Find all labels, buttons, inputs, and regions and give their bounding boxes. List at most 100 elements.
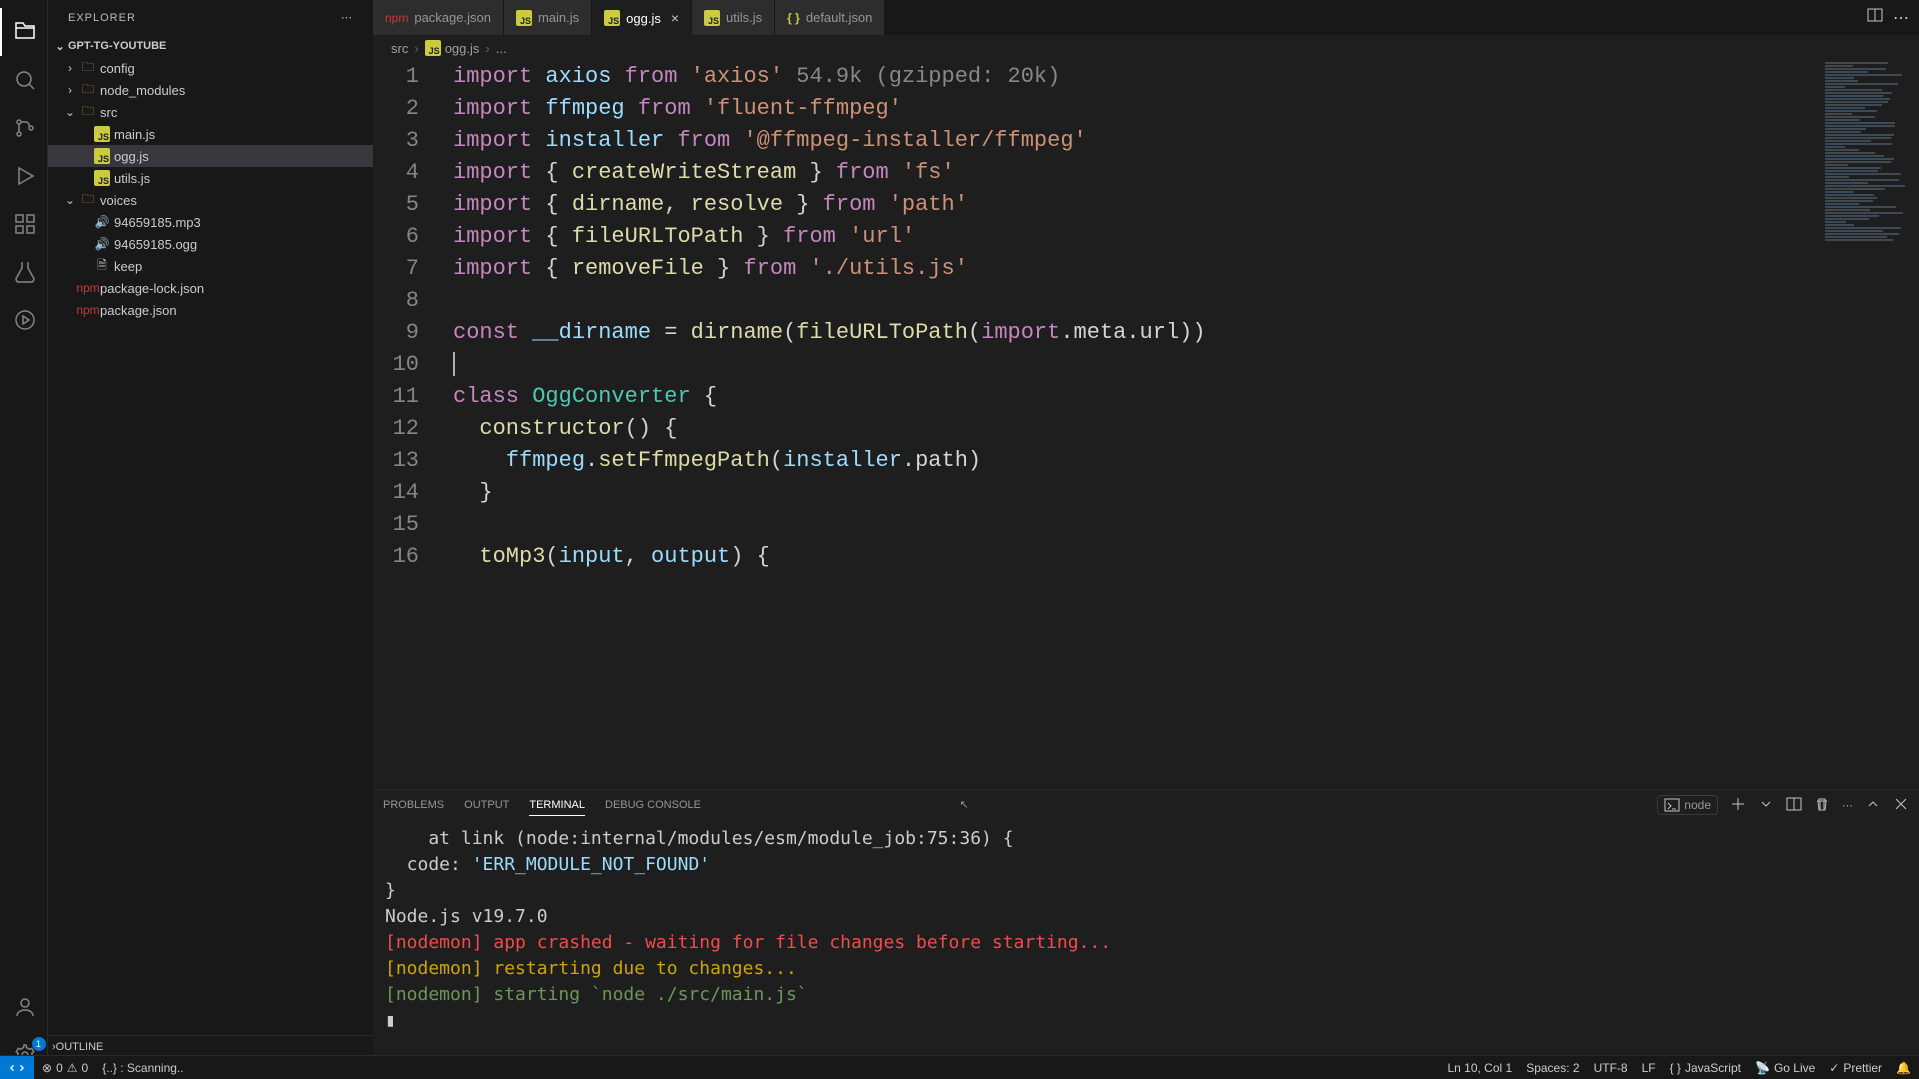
project-header[interactable]: ⌄ GPT-TG-YOUTUBE xyxy=(48,35,373,57)
tree-item-node_modules[interactable]: ›🗀node_modules xyxy=(48,79,373,101)
tab-package-json[interactable]: npmpackage.json xyxy=(373,0,504,35)
tree-item-94659185-ogg[interactable]: 🔊94659185.ogg xyxy=(48,233,373,255)
code-line[interactable]: const __dirname = dirname(fileURLToPath(… xyxy=(453,317,1799,349)
code-line[interactable]: } xyxy=(453,477,1799,509)
code-line[interactable]: ffmpeg.setFfmpegPath(installer.path) xyxy=(453,445,1799,477)
status-spaces[interactable]: Spaces: 2 xyxy=(1526,1061,1579,1075)
panel-tab-terminal[interactable]: TERMINAL xyxy=(529,795,585,816)
audio-icon: 🔊 xyxy=(92,237,112,251)
panel-tab-output[interactable]: OUTPUT xyxy=(464,795,509,815)
more-icon[interactable]: ⋯ xyxy=(1842,799,1853,812)
tree-item-main-js[interactable]: JSmain.js xyxy=(48,123,373,145)
tree-item-94659185-mp3[interactable]: 🔊94659185.mp3 xyxy=(48,211,373,233)
run-debug-icon[interactable] xyxy=(0,152,48,200)
status-bar: ⊗0 ⚠0 {..} : Scanning.. Ln 10, Col 1 Spa… xyxy=(0,1055,1919,1079)
terminal-output[interactable]: at link (node:internal/modules/esm/modul… xyxy=(373,820,1919,1079)
sidebar: EXPLORER ⋯ ⌄ GPT-TG-YOUTUBE ›🗀config›🗀no… xyxy=(48,0,373,1079)
terminal-kind-label: node xyxy=(1684,798,1711,812)
close-tab-icon[interactable]: × xyxy=(671,10,679,26)
tab-ogg-js[interactable]: JSogg.js× xyxy=(592,0,692,35)
tree-item-src[interactable]: ⌄🗀src xyxy=(48,101,373,123)
code-editor[interactable]: 12345678910111213141516 import axios fro… xyxy=(373,61,1919,789)
explorer-more-icon[interactable]: ⋯ xyxy=(341,11,353,24)
more-actions-icon[interactable]: ⋯ xyxy=(1893,8,1909,28)
tree-item-voices[interactable]: ⌄🗀voices xyxy=(48,189,373,211)
chevron-right-icon: › xyxy=(485,41,489,56)
code-lines[interactable]: import axios from 'axios' 54.9k (gzipped… xyxy=(453,61,1799,573)
line-number: 8 xyxy=(373,285,419,317)
close-panel-icon[interactable] xyxy=(1893,796,1909,815)
tree-item-keep[interactable]: 🗎keep xyxy=(48,255,373,277)
code-line[interactable]: import { removeFile } from './utils.js' xyxy=(453,253,1799,285)
panel-tab-problems[interactable]: PROBLEMS xyxy=(383,795,444,815)
code-line[interactable]: import ffmpeg from 'fluent-ffmpeg' xyxy=(453,93,1799,125)
explorer-title: EXPLORER xyxy=(68,12,136,24)
code-line[interactable]: constructor() { xyxy=(453,413,1799,445)
tab-default-json[interactable]: { }default.json xyxy=(775,0,885,35)
js-icon: JS xyxy=(704,10,720,26)
breadcrumb-segment[interactable]: ogg.js xyxy=(445,41,480,56)
maximize-panel-icon[interactable] xyxy=(1865,796,1881,815)
tree-item-label: src xyxy=(98,105,117,120)
split-terminal-icon[interactable] xyxy=(1786,796,1802,815)
terminal-selector[interactable]: node xyxy=(1657,795,1718,815)
kill-terminal-icon[interactable] xyxy=(1814,796,1830,815)
code-line[interactable] xyxy=(453,285,1799,317)
breadcrumb-segment[interactable]: src xyxy=(391,41,408,56)
terminal-dropdown-icon[interactable] xyxy=(1758,796,1774,815)
status-eol[interactable]: LF xyxy=(1642,1061,1656,1075)
status-encoding[interactable]: UTF-8 xyxy=(1594,1061,1628,1075)
breadcrumb[interactable]: src › JS ogg.js › ... xyxy=(373,35,1919,61)
split-editor-icon[interactable] xyxy=(1867,7,1883,28)
code-line[interactable]: import { dirname, resolve } from 'path' xyxy=(453,189,1799,221)
tab-utils-js[interactable]: JSutils.js xyxy=(692,0,775,35)
explorer-icon[interactable] xyxy=(0,8,48,56)
code-line[interactable]: import installer from '@ffmpeg-installer… xyxy=(453,125,1799,157)
code-line[interactable]: import axios from 'axios' 54.9k (gzipped… xyxy=(453,61,1799,93)
folder-icon: 🗀 xyxy=(78,102,98,123)
golive-label: Go Live xyxy=(1774,1061,1815,1075)
tree-item-label: utils.js xyxy=(112,171,150,186)
status-notifications-icon[interactable]: 🔔 xyxy=(1896,1061,1911,1075)
status-line-col[interactable]: Ln 10, Col 1 xyxy=(1447,1061,1512,1075)
tree-item-ogg-js[interactable]: JSogg.js xyxy=(48,145,373,167)
line-number: 11 xyxy=(373,381,419,413)
tab-label: main.js xyxy=(538,10,579,25)
live-share-icon[interactable] xyxy=(0,296,48,344)
status-prettier[interactable]: ✓Prettier xyxy=(1829,1061,1882,1075)
code-line[interactable]: toMp3(input, output) { xyxy=(453,541,1799,573)
source-control-icon[interactable] xyxy=(0,104,48,152)
new-terminal-icon[interactable] xyxy=(1730,796,1746,815)
testing-icon[interactable] xyxy=(0,248,48,296)
line-number: 12 xyxy=(373,413,419,445)
outline-section[interactable]: › OUTLINE xyxy=(48,1035,373,1057)
spaces-label: Spaces: 2 xyxy=(1526,1061,1579,1075)
tree-item-utils-js[interactable]: JSutils.js xyxy=(48,167,373,189)
tab-label: default.json xyxy=(806,10,873,25)
terminal-line: Node.js v19.7.0 xyxy=(385,904,1907,930)
status-golive[interactable]: 📡Go Live xyxy=(1755,1061,1815,1075)
tree-item-label: main.js xyxy=(112,127,155,142)
status-problems[interactable]: ⊗0 ⚠0 xyxy=(42,1061,88,1075)
code-line[interactable]: import { fileURLToPath } from 'url' xyxy=(453,221,1799,253)
terminal-line: at link (node:internal/modules/esm/modul… xyxy=(385,826,1907,852)
breadcrumb-segment[interactable]: ... xyxy=(496,41,507,56)
bottom-panel: ↖ PROBLEMSOUTPUTTERMINALDEBUG CONSOLE no… xyxy=(373,789,1919,1079)
remote-indicator[interactable] xyxy=(0,1056,34,1079)
minimap[interactable] xyxy=(1819,61,1919,789)
tree-item-config[interactable]: ›🗀config xyxy=(48,57,373,79)
extensions-icon[interactable] xyxy=(0,200,48,248)
code-line[interactable] xyxy=(453,349,1799,381)
code-line[interactable] xyxy=(453,509,1799,541)
panel-tab-debug-console[interactable]: DEBUG CONSOLE xyxy=(605,795,701,815)
code-line[interactable]: class OggConverter { xyxy=(453,381,1799,413)
tree-item-package-lock-json[interactable]: npmpackage-lock.json xyxy=(48,277,373,299)
status-language[interactable]: { } JavaScript xyxy=(1670,1061,1741,1075)
accounts-icon[interactable] xyxy=(0,983,48,1031)
status-scanning[interactable]: {..} : Scanning.. xyxy=(102,1061,183,1075)
tab-main-js[interactable]: JSmain.js xyxy=(504,0,592,35)
search-icon[interactable] xyxy=(0,56,48,104)
outline-label: OUTLINE xyxy=(56,1041,104,1053)
tree-item-package-json[interactable]: npmpackage.json xyxy=(48,299,373,321)
code-line[interactable]: import { createWriteStream } from 'fs' xyxy=(453,157,1799,189)
